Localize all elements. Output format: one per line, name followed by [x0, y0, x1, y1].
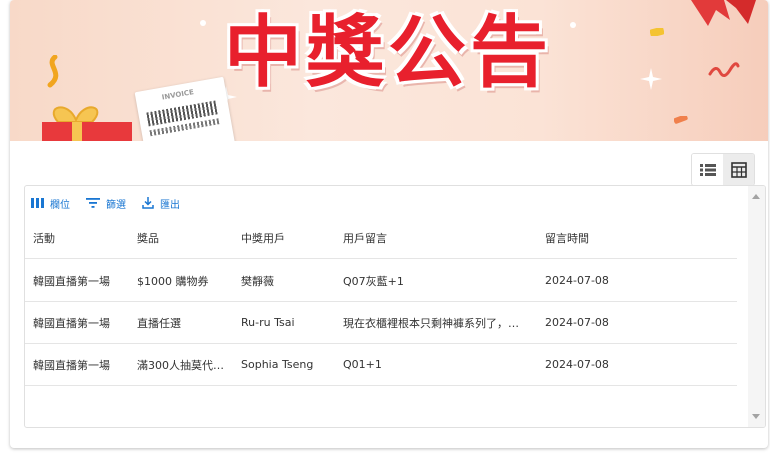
scroll-down-arrow-icon[interactable] [752, 414, 760, 419]
table-row[interactable]: 韓國直播第一場 滿300人抽莫代… Sophia Tseng Q01+1 202… [25, 344, 737, 386]
table-cell: 直播任選 [137, 316, 181, 330]
scroll-up-arrow-icon[interactable] [752, 194, 760, 199]
dot-decoration [200, 20, 206, 26]
columns-label: 欄位 [50, 199, 70, 211]
winners-data-grid: 欄位 篩選 匯出 活動 獎品 中獎用戶 用戶留言 留言時間 韓國直播第一場 $1… [24, 185, 766, 428]
export-label: 匯出 [160, 199, 180, 211]
banner: INVOICE 中獎公告 [10, 0, 768, 141]
column-header[interactable]: 用戶留言 [335, 230, 537, 246]
dot-decoration [570, 22, 576, 28]
list-view-icon [699, 163, 716, 176]
columns-icon [31, 198, 44, 208]
sparkle-decoration [640, 68, 662, 90]
table-cell: 2024-07-08 [545, 316, 609, 329]
table-cell: 樊靜薇 [241, 274, 274, 288]
column-header[interactable]: 中獎用戶 [233, 230, 335, 246]
table-view-button[interactable] [723, 154, 754, 185]
invoice-graphic: INVOICE [134, 76, 236, 141]
table-cell: 滿300人抽莫代… [137, 358, 224, 372]
download-icon [142, 197, 154, 209]
ribbon-decoration [691, 0, 756, 26]
gift-icon [42, 106, 132, 141]
list-view-button[interactable] [692, 154, 723, 185]
filter-label: 篩選 [106, 199, 126, 211]
confetti-decoration [47, 55, 59, 88]
table-row[interactable]: 韓國直播第一場 直播任選 Ru-ru Tsai 現在衣櫃裡根本只剩神褲系列了，…… [25, 302, 737, 344]
table-header-row: 活動 獎品 中獎用戶 用戶留言 留言時間 [25, 218, 737, 259]
table-cell: 韓國直播第一場 [33, 358, 110, 372]
view-toggle [691, 153, 755, 186]
export-button[interactable]: 匯出 [142, 195, 180, 211]
column-header[interactable]: 留言時間 [537, 230, 737, 246]
table-cell: 現在衣櫃裡根本只剩神褲系列了，… [343, 316, 519, 330]
banner-title: 中獎公告 [224, 8, 553, 98]
page: INVOICE 中獎公告 欄位 篩選 匯出 活動 獎品 中獎用戶 用戶留言 留言… [0, 0, 770, 457]
table-cell: 韓國直播第一場 [33, 274, 110, 288]
table-cell: 2024-07-08 [545, 358, 609, 371]
confetti-decoration [674, 116, 688, 124]
filter-button[interactable]: 篩選 [86, 195, 126, 211]
column-header[interactable]: 活動 [25, 230, 129, 246]
table-cell: Q01+1 [343, 358, 382, 371]
column-header[interactable]: 獎品 [129, 230, 233, 246]
filter-icon [86, 198, 100, 208]
table-cell: Ru-ru Tsai [241, 316, 295, 329]
table-cell: $1000 購物券 [137, 274, 209, 288]
table-cell: 2024-07-08 [545, 274, 609, 287]
announcement-card: INVOICE 中獎公告 欄位 篩選 匯出 活動 獎品 中獎用戶 用戶留言 留言… [10, 0, 768, 448]
table-cell: Q07灰藍+1 [343, 274, 404, 288]
confetti-decoration [650, 28, 664, 36]
squiggle-decoration [708, 62, 740, 77]
table-cell: 韓國直播第一場 [33, 316, 110, 330]
vertical-scrollbar[interactable] [748, 186, 765, 427]
table-view-icon [730, 161, 747, 178]
grid-toolbar: 欄位 篩選 匯出 [31, 195, 180, 211]
columns-button[interactable]: 欄位 [31, 195, 70, 211]
invoice-label: INVOICE [161, 88, 195, 102]
table-cell: Sophia Tseng [241, 358, 314, 371]
table-row[interactable]: 韓國直播第一場 $1000 購物券 樊靜薇 Q07灰藍+1 2024-07-08 [25, 260, 737, 302]
